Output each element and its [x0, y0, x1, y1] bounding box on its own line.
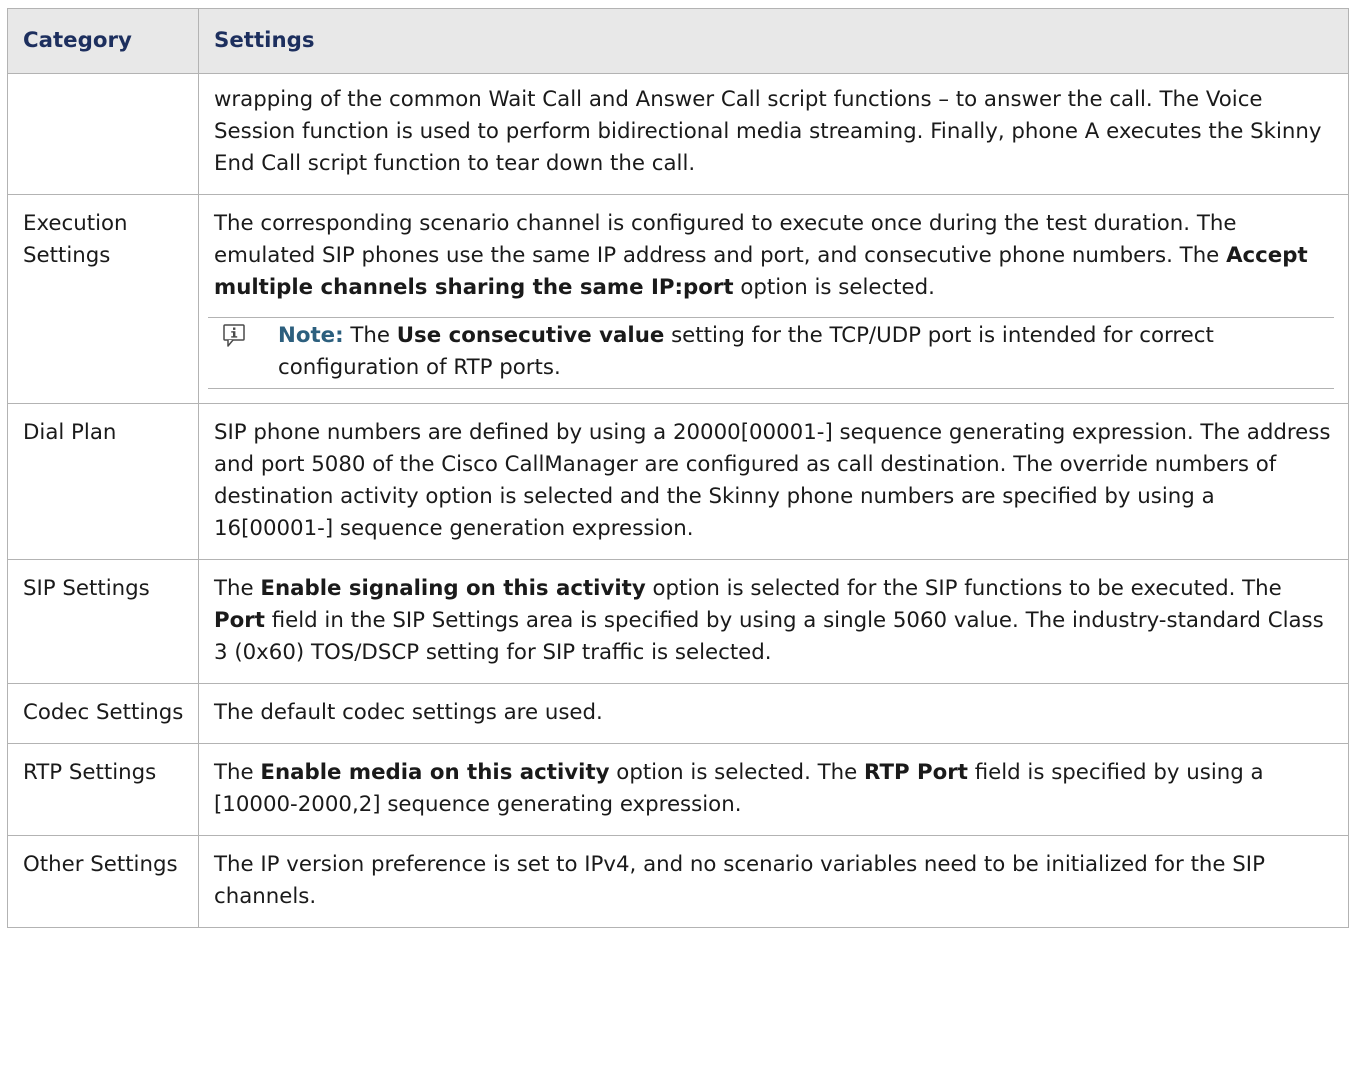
row-category: SIP Settings — [7, 559, 199, 684]
bold-setting-name: Use consecutive value — [396, 323, 665, 348]
text-run: field in the SIP Settings area is specif… — [214, 608, 1324, 665]
table-row: Execution Settings The corresponding sce… — [7, 194, 1349, 404]
row-settings: The IP version preference is set to IPv4… — [198, 835, 1349, 928]
table-row: SIP Settings The Enable signaling on thi… — [7, 559, 1349, 684]
row-category: Codec Settings — [7, 683, 199, 744]
row-settings: The Enable signaling on this activity op… — [198, 559, 1349, 684]
settings-paragraph: The corresponding scenario channel is co… — [214, 208, 1334, 304]
bold-field-name: RTP Port — [864, 760, 968, 785]
text-run: The — [343, 323, 397, 348]
bold-option-name: Enable media on this activity — [260, 760, 610, 785]
header-settings: Settings — [198, 8, 1349, 74]
table-row: RTP Settings The Enable media on this ac… — [7, 743, 1349, 836]
table-row: wrapping of the common Wait Call and Ans… — [7, 73, 1349, 195]
text-run: option is selected. The — [609, 760, 864, 785]
table-row: Codec Settings The default codec setting… — [7, 683, 1349, 744]
note-label: Note: — [278, 323, 344, 348]
bold-field-name: Port — [214, 608, 265, 633]
text-run: option is selected for the SIP functions… — [645, 576, 1282, 601]
note-box: Note: The Use consecutive value setting … — [208, 317, 1334, 389]
header-category: Category — [7, 8, 199, 74]
text-run: option is selected. — [733, 275, 935, 300]
text-run: The corresponding scenario channel is co… — [214, 211, 1237, 268]
table-header-row: Category Settings — [7, 8, 1349, 74]
settings-table: Category Settings wrapping of the common… — [7, 8, 1349, 928]
row-category — [7, 73, 199, 195]
row-settings: wrapping of the common Wait Call and Ans… — [198, 73, 1349, 195]
row-category: RTP Settings — [7, 743, 199, 836]
row-settings: The corresponding scenario channel is co… — [198, 194, 1349, 404]
row-settings: The Enable media on this activity option… — [198, 743, 1349, 836]
row-category: Dial Plan — [7, 403, 199, 560]
text-run: The — [214, 576, 261, 601]
note-text: Note: The Use consecutive value setting … — [278, 320, 1334, 384]
table-row: Dial Plan SIP phone numbers are defined … — [7, 403, 1349, 560]
row-category: Execution Settings — [7, 194, 199, 404]
text-run: The — [214, 760, 261, 785]
row-settings: SIP phone numbers are defined by using a… — [198, 403, 1349, 560]
info-note-icon — [218, 320, 250, 348]
row-category: Other Settings — [7, 835, 199, 928]
bold-option-name: Enable signaling on this activity — [260, 576, 646, 601]
table-row: Other Settings The IP version preference… — [7, 835, 1349, 928]
row-settings: The default codec settings are used. — [198, 683, 1349, 744]
